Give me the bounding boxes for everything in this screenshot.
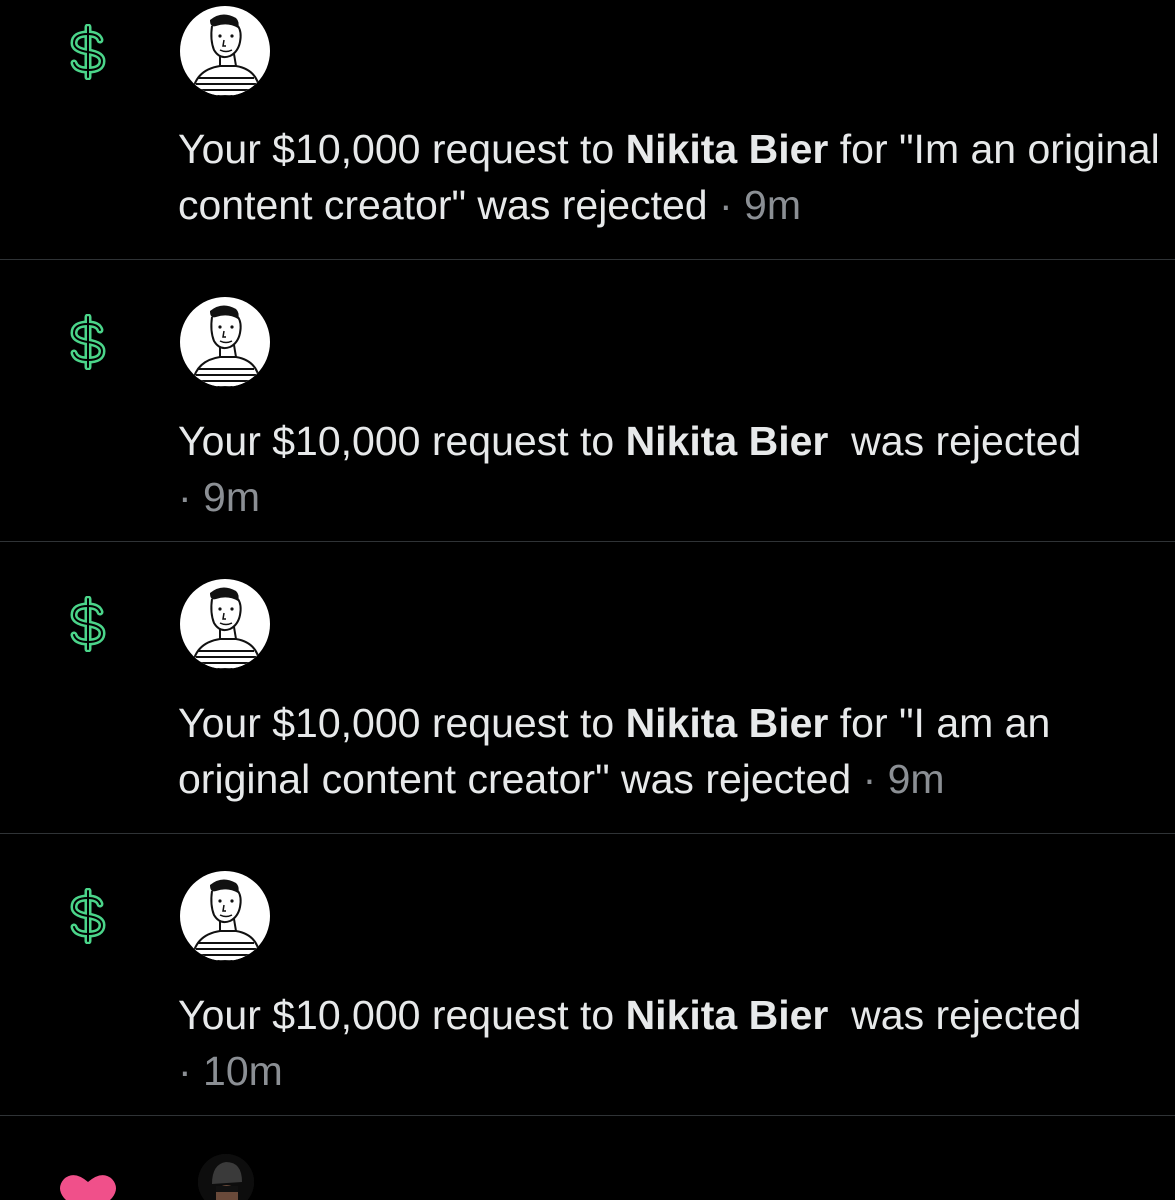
notification-item[interactable]: Your $10,000 request to Nikita Bier for … [0, 0, 1175, 260]
avatar-illustration [190, 587, 262, 669]
avatar[interactable] [180, 6, 270, 96]
notification-text: Your $10,000 request to Nikita Bier for … [178, 121, 1163, 233]
avatar[interactable] [180, 579, 270, 669]
avatar[interactable] [180, 297, 270, 387]
separator: · [707, 182, 745, 228]
notification-prefix: Your $10,000 request to [178, 992, 626, 1038]
notification-text: Your $10,000 request to Nikita Bier was … [178, 413, 1163, 525]
avatar[interactable] [198, 1154, 254, 1200]
notification-item[interactable]: Your $10,000 request to Nikita Bier was … [0, 260, 1175, 542]
user-name-link[interactable]: Nikita Bier [626, 700, 829, 746]
notifications-feed: Your $10,000 request to Nikita Bier for … [0, 0, 1175, 1200]
notification-text: Your $10,000 request to Nikita Bier for … [178, 695, 1163, 807]
avatar-photo [198, 1154, 254, 1200]
user-name-link[interactable]: Nikita Bier [626, 418, 829, 464]
separator: · [178, 1048, 204, 1094]
dollar-icon [70, 888, 106, 944]
notification-suffix: was rejected [828, 992, 1082, 1038]
avatar[interactable] [180, 871, 270, 961]
user-name-link[interactable]: Nikita Bier [626, 992, 829, 1038]
user-name-link[interactable]: Nikita Bier [626, 126, 829, 172]
timestamp: 9m [203, 474, 261, 520]
notification-suffix: was rejected [828, 418, 1082, 464]
notification-prefix: Your $10,000 request to [178, 418, 626, 464]
separator: · [178, 474, 204, 520]
timestamp: 9m [744, 182, 802, 228]
separator: · [851, 756, 888, 802]
heart-icon [60, 1175, 116, 1200]
avatar-illustration [190, 14, 262, 96]
notification-text: Your $10,000 request to Nikita Bier was … [178, 987, 1163, 1099]
notification-item[interactable] [0, 1116, 1175, 1200]
notification-item[interactable]: Your $10,000 request to Nikita Bier was … [0, 834, 1175, 1116]
dollar-icon [70, 24, 106, 80]
dollar-icon [70, 314, 106, 370]
notification-item[interactable]: Your $10,000 request to Nikita Bier for … [0, 542, 1175, 834]
notification-prefix: Your $10,000 request to [178, 126, 626, 172]
avatar-illustration [190, 879, 262, 961]
timestamp: 10m [203, 1048, 283, 1094]
notification-prefix: Your $10,000 request to [178, 700, 626, 746]
dollar-icon [70, 596, 106, 652]
timestamp: 9m [887, 756, 945, 802]
avatar-illustration [190, 305, 262, 387]
